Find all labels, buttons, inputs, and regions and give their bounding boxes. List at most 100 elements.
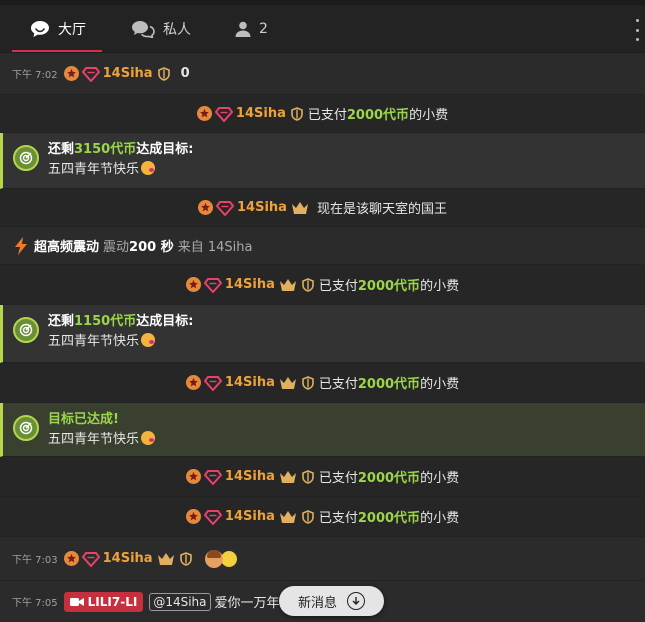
tip-amount: 2000代币 [357,511,421,526]
tip-message: 14Siha 已支付 2000代币 的小费 [0,497,645,537]
lightning-icon [15,236,27,255]
timestamp: 下午 7:05 [12,598,58,609]
new-messages-button[interactable]: 新消息 [279,586,384,616]
tip-text: 已支付 [318,279,358,294]
chat-message: 下午 7:02 14Siha 0 [0,53,645,95]
mention-tag[interactable]: @14Siha [149,592,211,611]
diamond-badge-icon [203,509,222,525]
tab-lobby-label: 大厅 [58,21,86,38]
tip-text-suffix: 的小费 [420,471,460,486]
broadcaster-tag[interactable]: LILI7-LI [63,591,144,612]
diamond-badge-icon [81,551,100,567]
king-message: 14Siha 现在是该聊天室的国王 [0,189,645,227]
shield-icon [179,551,193,566]
crown-icon [279,510,297,524]
goal-title: 五四青年节快乐 [48,160,193,180]
diamond-badge-icon [203,469,222,485]
star-badge-icon [63,66,79,81]
vibration-title: 超高频震动 [34,240,100,255]
username[interactable]: 14Siha [103,66,153,81]
username[interactable]: 14Siha [237,200,287,215]
star-badge-icon [185,375,201,390]
tab-users[interactable]: 2 [235,5,268,52]
star-badge-icon [63,551,79,566]
crown-icon [279,376,297,390]
diamond-badge-icon [81,66,100,82]
kiss-emoji-icon [141,161,156,175]
chat-feed[interactable]: 下午 7:02 14Siha 0 14Siha 已支付 2000代币 的小费 还剩3… [0,53,645,622]
tip-amount: 2000代币 [357,279,421,294]
tip-text: 已支付 [318,471,358,486]
more-options-icon[interactable] [633,19,641,41]
star-badge-icon [185,509,201,524]
tip-text-suffix: 的小费 [420,511,460,526]
star-badge-icon [185,469,201,484]
king-text: 现在是该聊天室的国王 [316,202,447,217]
chat-bubbles-icon [132,20,155,38]
diamond-badge-icon [203,277,222,293]
user-icon [235,21,251,37]
shield-icon [290,106,304,121]
crown-icon [291,201,309,215]
tip-amount: 2000代币 [357,471,421,486]
tab-private-label: 私人 [163,21,191,38]
diamond-badge-icon [214,106,233,122]
kiss-emoji-icon [141,333,156,347]
username[interactable]: 14Siha [225,277,275,292]
arrow-down-icon [347,592,365,610]
star-badge-icon [198,200,214,215]
timestamp: 下午 7:02 [12,70,58,81]
crown-icon [157,552,175,566]
shield-icon [301,375,315,390]
new-messages-label: 新消息 [297,595,337,611]
target-icon [13,145,39,171]
tip-message: 14Siha 已支付 2000代币 的小费 [0,265,645,305]
tip-text-suffix: 的小费 [409,108,449,123]
tab-lobby[interactable]: 大厅 [30,5,86,52]
kiss-emoji-icon [141,431,156,445]
username[interactable]: 14Siha [236,106,286,121]
vibration-duration: 200 秒 [129,240,174,255]
shield-icon [301,277,315,292]
crown-icon [279,278,297,292]
shield-icon [301,509,315,524]
broadcaster-name: LILI7-LI [87,594,138,609]
goal-title: 五四青年节快乐 [48,430,156,450]
shield-icon [157,66,171,81]
chat-message: 下午 7:03 14Siha [0,537,645,581]
tab-private[interactable]: 私人 [131,5,191,52]
tip-text-suffix: 的小费 [420,279,460,294]
goal-title: 五四青年节快乐 [48,332,193,352]
star-badge-icon [185,277,201,292]
username[interactable]: 14Siha [225,375,275,390]
couple-emoji-icon [204,549,237,568]
vibration-source: 来自 14Siha [177,240,253,255]
goal-status: 还剩1150代币达成目标: [48,314,194,329]
diamond-badge-icon [203,375,222,391]
goal-reached-title: 目标已达成! [48,412,119,427]
goal-status: 还剩3150代币达成目标: [48,142,194,157]
tip-amount: 2000代币 [346,108,410,123]
count-value: 0 [180,66,190,81]
users-count: 2 [259,20,268,37]
tab-bar: 大厅 私人 2 [0,5,645,53]
tip-text: 已支付 [307,108,347,123]
target-icon [13,317,39,343]
camera-icon [69,597,84,606]
tip-amount: 2000代币 [357,377,421,392]
tip-text-suffix: 的小费 [420,377,460,392]
crown-icon [279,470,297,484]
chat-bubble-icon [31,20,49,37]
username[interactable]: 14Siha [225,509,275,524]
target-icon [13,415,39,441]
goal-message: 还剩1150代币达成目标: 五四青年节快乐 [0,305,645,363]
tip-message: 14Siha 已支付 2000代币 的小费 [0,457,645,497]
tip-text: 已支付 [318,377,358,392]
goal-reached-message: 目标已达成! 五四青年节快乐 [0,403,645,457]
shield-icon [301,469,315,484]
active-tab-indicator [12,50,102,52]
username[interactable]: 14Siha [103,551,153,566]
message-text: 爱你一万年 [214,596,280,611]
tip-message: 14Siha 已支付 2000代币 的小费 [0,95,645,133]
username[interactable]: 14Siha [225,469,275,484]
